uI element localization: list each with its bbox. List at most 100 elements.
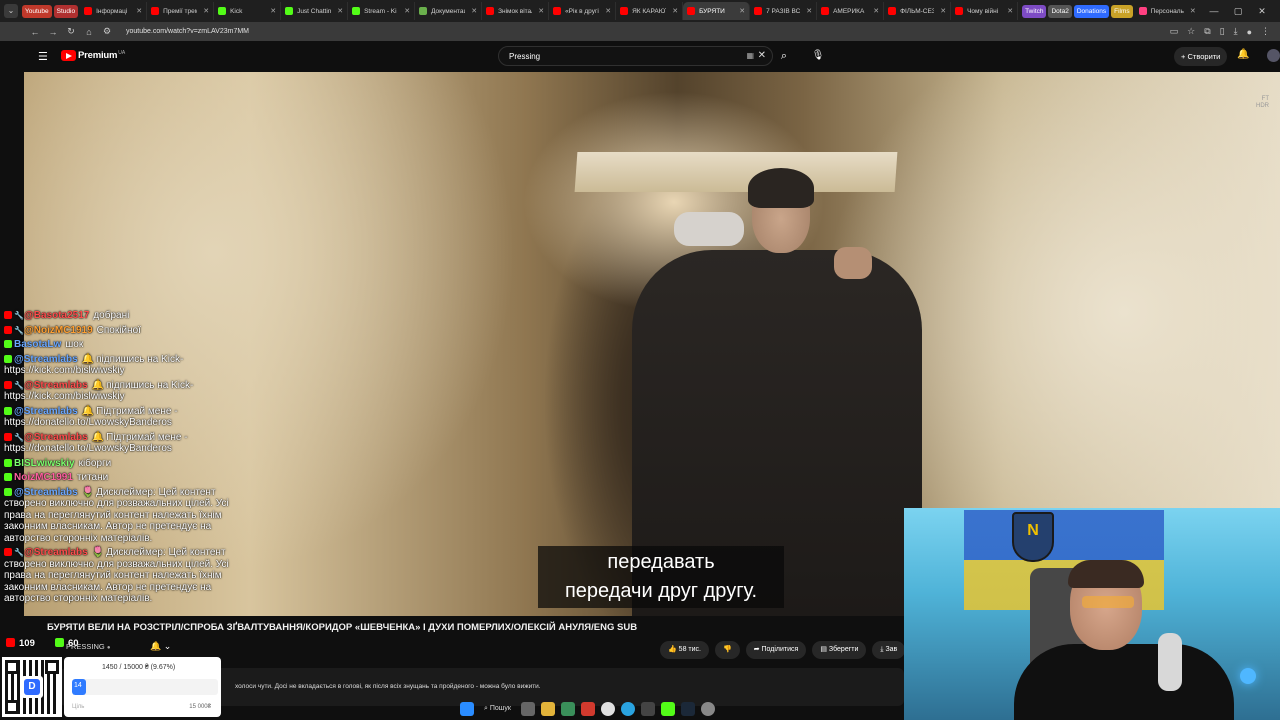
youtube-logo[interactable]: Premium UA	[61, 50, 125, 61]
close-icon[interactable]: ✕	[739, 7, 745, 15]
chat-username[interactable]: NoizMC1991	[14, 472, 73, 483]
profile-icon[interactable]: ●	[1247, 27, 1252, 37]
menu-icon[interactable]: ⋮	[1261, 26, 1270, 37]
windows-start-icon[interactable]	[460, 702, 474, 716]
tab-favicon	[687, 7, 696, 15]
task-view-icon[interactable]	[520, 702, 535, 716]
close-icon[interactable]: ✕	[873, 7, 879, 15]
browser-tab[interactable]: «Рік в другі ✕	[549, 2, 617, 20]
file-explorer-icon[interactable]	[540, 702, 555, 716]
chat-username[interactable]: @Streamlabs	[14, 406, 78, 417]
close-icon[interactable]: ✕	[203, 7, 209, 15]
browser-tab[interactable]: Інформаці ✕	[80, 2, 148, 20]
streamer-glasses	[1082, 596, 1134, 608]
qr-corner	[5, 700, 19, 714]
close-icon[interactable]: ✕	[538, 7, 544, 15]
bookmark-chip[interactable]: Donations	[1073, 4, 1110, 18]
tab-favicon	[218, 7, 227, 15]
search-icon[interactable]: ⌕	[773, 46, 795, 66]
clear-search-icon[interactable]: ✕	[758, 50, 766, 61]
close-icon[interactable]: ✕	[806, 7, 812, 15]
opera-icon[interactable]	[580, 702, 595, 716]
edge-browser-icon[interactable]	[560, 702, 575, 716]
tab-personal[interactable]: Персональ ✕	[1135, 2, 1201, 20]
maximize-icon[interactable]: ▢	[1226, 6, 1250, 17]
close-icon[interactable]: ✕	[672, 7, 678, 15]
chat-username[interactable]: @Streamlabs	[14, 487, 78, 498]
window-close-icon[interactable]: ✕	[1250, 6, 1274, 17]
browser-tab[interactable]: ЯК КАРАЮТ ✕	[616, 2, 684, 20]
bookmark-star-icon[interactable]: ☆	[1187, 26, 1195, 37]
close-icon[interactable]: ✕	[1007, 7, 1013, 15]
webcam-overlay: N	[904, 508, 1280, 720]
browser-tab[interactable]: Stream - Ki ✕	[348, 2, 416, 20]
kick-app-icon[interactable]	[660, 702, 675, 716]
tab-active[interactable]: БУРЯТИ ✕	[683, 2, 751, 20]
steam-icon[interactable]	[680, 702, 695, 716]
sidebar-icon[interactable]: ▯	[1220, 26, 1225, 37]
browser-tab[interactable]: ФІЛЬМ-СЕЗ ✕	[884, 2, 952, 20]
close-icon[interactable]: ✕	[337, 7, 343, 15]
browser-tab[interactable]: 7 РАЗІВ ВС ✕	[750, 2, 818, 20]
back-icon[interactable]: ←	[26, 27, 44, 37]
obs-icon[interactable]	[640, 702, 655, 716]
close-icon[interactable]: ✕	[605, 7, 611, 15]
extensions-icon[interactable]: ⧉	[1204, 26, 1210, 37]
chat-username[interactable]: BasotaLw	[14, 339, 61, 350]
dislike-button[interactable]: 👎	[714, 641, 740, 659]
bookmark-chip[interactable]: Films	[1111, 4, 1133, 18]
close-icon[interactable]: ✕	[270, 7, 276, 15]
reload-icon[interactable]: ↻	[62, 26, 80, 37]
browser-tab[interactable]: Чому війні ✕	[951, 2, 1019, 20]
download-button[interactable]: ⤓ Зав	[872, 641, 906, 659]
minimize-icon[interactable]: —	[1202, 6, 1226, 16]
close-icon[interactable]: ✕	[404, 7, 410, 15]
telegram-icon[interactable]	[620, 702, 635, 716]
guide-menu-icon[interactable]: ☰	[38, 50, 48, 63]
close-icon[interactable]: ✕	[136, 7, 142, 15]
chat-username[interactable]: @NoizMC1919	[24, 325, 93, 336]
chat-username[interactable]: @Streamlabs	[24, 547, 88, 558]
close-icon[interactable]: ✕	[471, 7, 477, 15]
chrome-icon[interactable]	[600, 702, 615, 716]
bookmark-chip[interactable]: Twitch	[1022, 4, 1047, 18]
close-icon[interactable]: ✕	[940, 7, 946, 15]
chat-username[interactable]: @Streamlabs	[24, 432, 88, 443]
share-button[interactable]: ➦ Поділитися	[745, 641, 807, 659]
kick-icon	[4, 458, 12, 467]
bookmark-chip[interactable]: Youtube	[22, 4, 52, 18]
browser-tab[interactable]: АМЕРИКА ✕	[817, 2, 885, 20]
like-button[interactable]: 👍 58 тис.	[660, 641, 709, 659]
notifications-bell-icon[interactable]: 🔔	[1237, 49, 1249, 60]
subscription-bell-icon[interactable]: 🔔 ⌄	[150, 641, 171, 652]
url-field[interactable]: youtube.com/watch?v=zmLAV23m7MM	[126, 28, 1170, 35]
bookmark-chip[interactable]: Studio	[53, 4, 79, 18]
taskbar-search[interactable]: ⌕ Пошук	[480, 705, 515, 713]
close-icon[interactable]: ✕	[1190, 7, 1196, 15]
browser-tab[interactable]: Документація і історії ✕	[415, 2, 483, 20]
chat-username[interactable]: @Streamlabs	[24, 380, 88, 391]
browser-tab[interactable]: Знімок вітал ✕	[482, 2, 550, 20]
chat-username[interactable]: @Streamlabs	[14, 354, 78, 365]
create-button[interactable]: + Створити	[1174, 47, 1228, 66]
site-info-icon[interactable]: ⚙	[98, 26, 116, 37]
home-icon[interactable]: ⌂	[80, 27, 98, 37]
search-input[interactable]: Pressing	[509, 52, 540, 61]
save-button[interactable]: ▤ Зберегти	[812, 641, 867, 659]
keyboard-icon[interactable]: ▦	[746, 51, 754, 60]
browser-tab[interactable]: Just Chattin ✕	[281, 2, 349, 20]
obs-studio-icon[interactable]	[700, 702, 715, 716]
forward-icon[interactable]: →	[44, 27, 62, 37]
bookmark-chip[interactable]: Dota2	[1048, 4, 1072, 18]
search-box[interactable]: Pressing ▦ ✕	[498, 46, 773, 66]
cast-icon[interactable]: ▭	[1170, 26, 1179, 37]
avatar[interactable]	[1267, 49, 1280, 62]
browser-tab[interactable]: Kick ✕	[214, 2, 282, 20]
browser-tab[interactable]: Премії трем ✕	[147, 2, 215, 20]
tab-search-icon[interactable]: ⌄	[4, 4, 18, 18]
chat-username[interactable]: @Basota2517	[24, 310, 89, 321]
download-icon[interactable]: ⤓	[1234, 26, 1238, 37]
mic-icon[interactable]: 🎙	[808, 46, 828, 66]
channel-name[interactable]: PRESSING ●	[66, 642, 110, 651]
chat-username[interactable]: BISLwiwskiy	[14, 458, 75, 469]
